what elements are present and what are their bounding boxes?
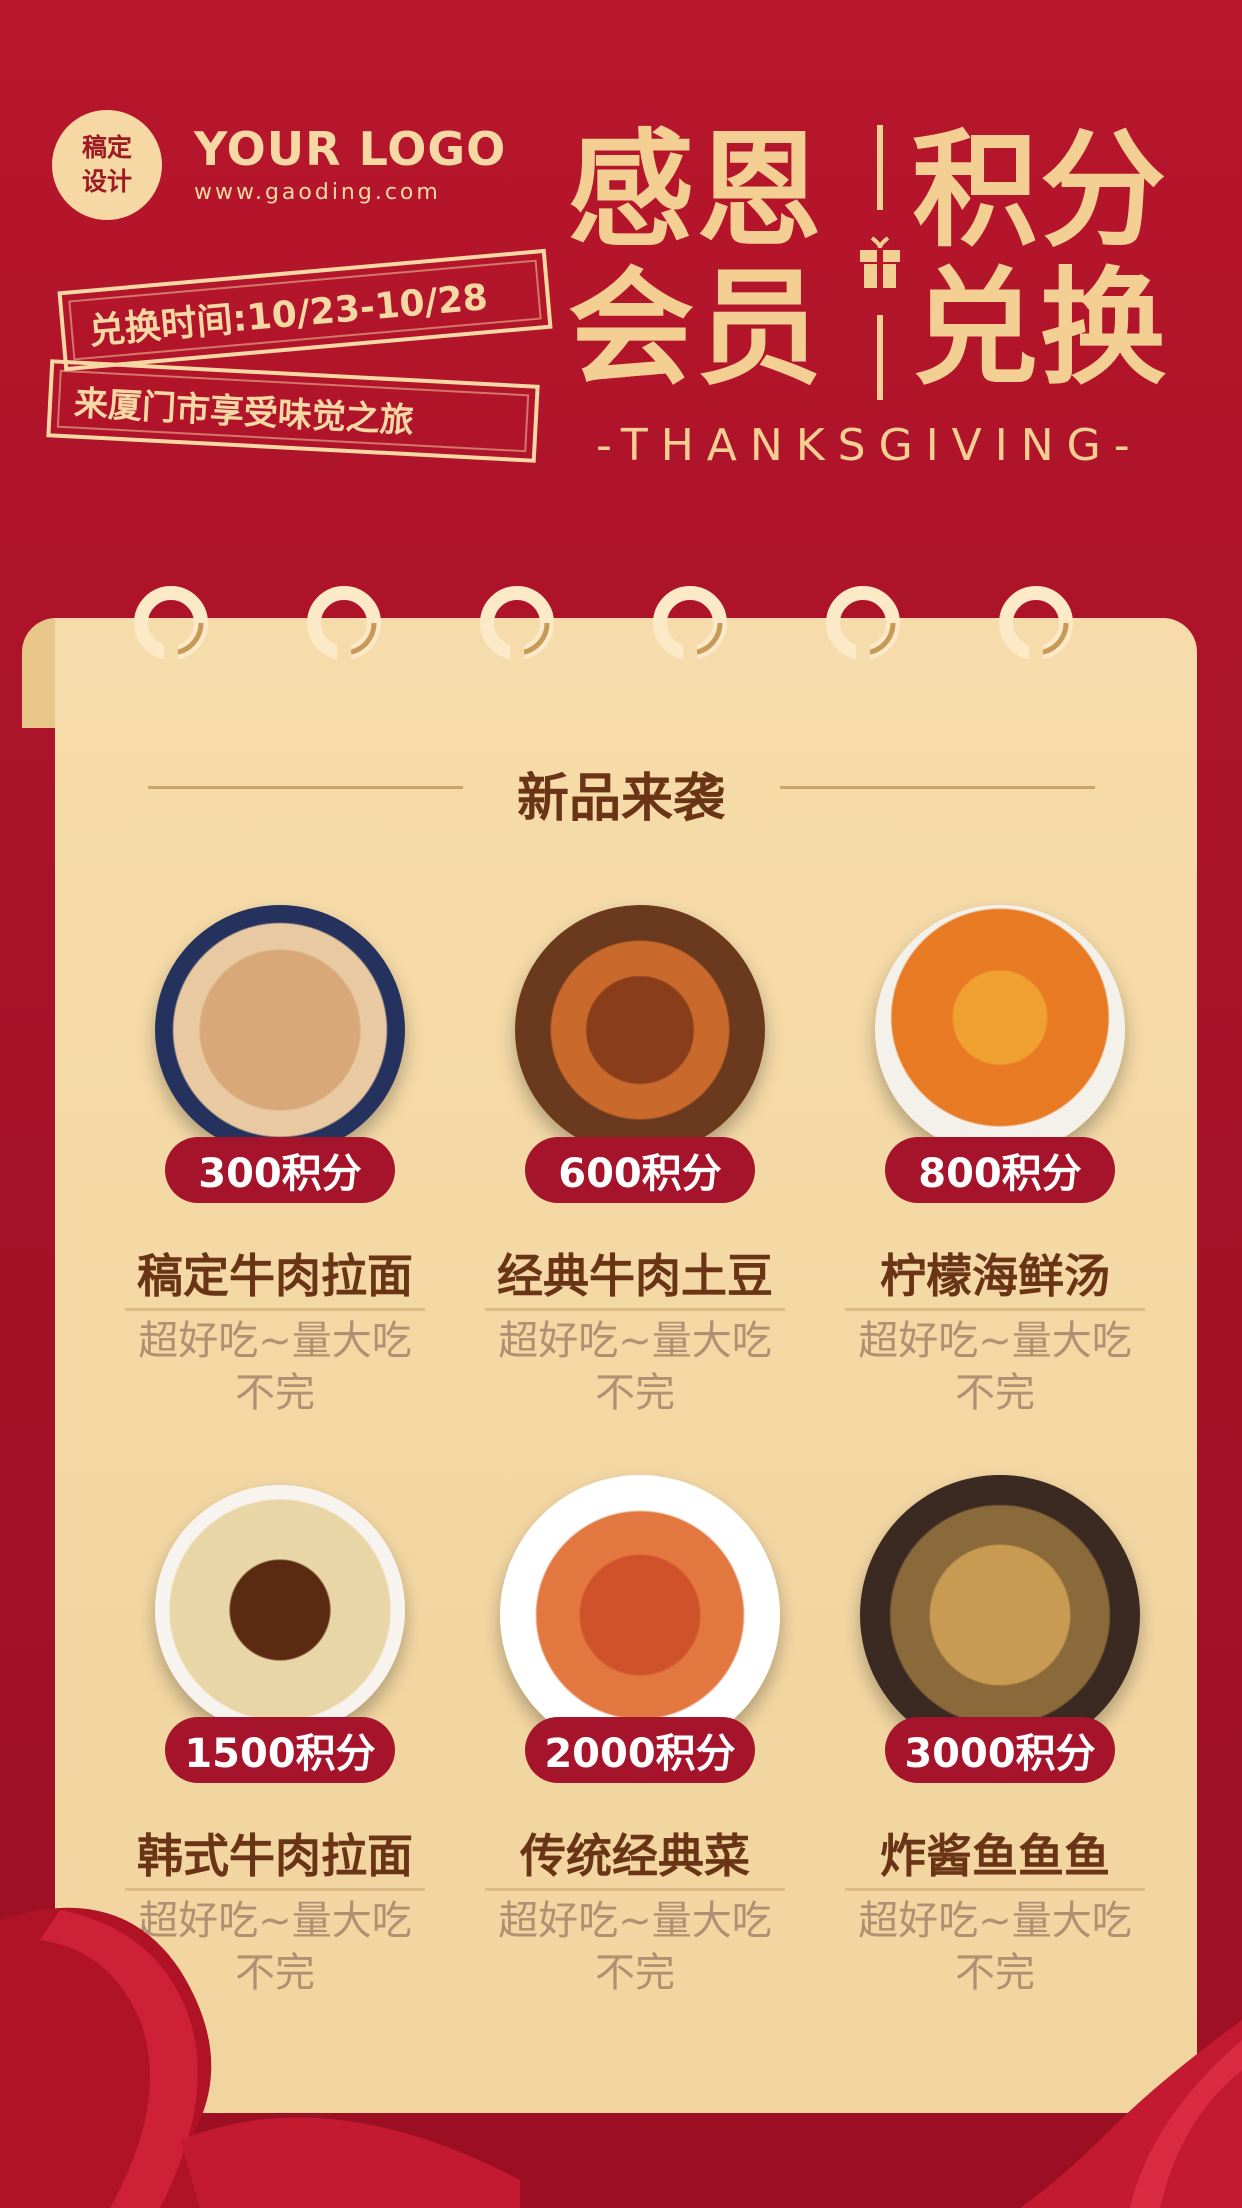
exchange-time-text: 兑换时间:10/23-10/28 [87, 277, 490, 353]
dish-desc: 超好吃~量大吃不完 [858, 1318, 1132, 1416]
points-badge: 3000积分 [885, 1717, 1115, 1783]
binder-ring-icon [653, 586, 727, 668]
exchange-time-tag: 兑换时间:10/23-10/28 [57, 248, 553, 372]
points-badge: 300积分 [165, 1137, 395, 1203]
dish-name: 韩式牛肉拉面 [137, 1829, 413, 1883]
logo-badge: 稿定 设计 [52, 110, 162, 220]
binder-ring-icon [826, 586, 900, 668]
dish-separator [485, 1308, 785, 1311]
points-badge: 800积分 [885, 1137, 1115, 1203]
fried-fish-image [860, 1475, 1140, 1755]
dish-desc: 超好吃~量大吃不完 [138, 1318, 412, 1416]
logo-text: YOUR LOGO www.gaoding.com [194, 122, 506, 205]
dish-name: 稿定牛肉拉面 [137, 1249, 413, 1303]
gift-icon [860, 236, 900, 288]
dish-separator [845, 1308, 1145, 1311]
dish-name: 炸酱鱼鱼鱼 [880, 1829, 1110, 1883]
binder-ring-icon [134, 586, 208, 668]
dish-separator [125, 1308, 425, 1311]
dish-name: 经典牛肉土豆 [497, 1249, 773, 1303]
section-line-right [780, 786, 1095, 789]
korean-beef-noodle-image [155, 1485, 405, 1735]
beef-potato-image [515, 905, 765, 1155]
binder-ring-icon [480, 586, 554, 668]
slogan-text: 来厦门市享受味觉之旅 [73, 383, 415, 441]
dish-separator [485, 1888, 785, 1891]
dish-separator [125, 1888, 425, 1891]
title-right-line1: 积分 [912, 117, 1168, 264]
binder-ring-icon [999, 586, 1073, 668]
classic-dish-image [500, 1475, 780, 1755]
dish-desc: 超好吃~量大吃不完 [138, 1898, 412, 1996]
title-right-line2: 兑换 [912, 255, 1168, 402]
title-left-line1: 感恩 [568, 117, 824, 264]
dish-desc: 超好吃~量大吃不完 [498, 1898, 772, 1996]
points-badge: 1500积分 [165, 1717, 395, 1783]
title-divider-bottom [877, 315, 883, 400]
section-line-left [148, 786, 463, 789]
dish-desc: 超好吃~量大吃不完 [498, 1318, 772, 1416]
dish-desc: 超好吃~量大吃不完 [858, 1898, 1132, 1996]
logo-url: www.gaoding.com [194, 180, 441, 205]
title-divider-top [877, 125, 883, 210]
seafood-soup-image [875, 905, 1125, 1155]
logo-badge-line2: 设计 [81, 167, 132, 196]
logo-badge-line1: 稿定 [81, 133, 132, 162]
title-right: 积分 兑换 [912, 122, 1202, 398]
slogan-tag: 来厦门市享受味觉之旅 [46, 359, 540, 463]
thanksgiving-subtitle: -THANKSGIVING- [596, 420, 1143, 471]
section-title: 新品来袭 [516, 769, 725, 829]
logo-name: YOUR LOGO [194, 122, 507, 176]
points-badge: 2000积分 [525, 1717, 755, 1783]
title-left: 感恩 会员 [568, 122, 858, 398]
dish-name: 柠檬海鲜汤 [880, 1249, 1110, 1303]
beef-noodle-image [155, 905, 405, 1155]
dish-name: 传统经典菜 [520, 1829, 750, 1883]
binder-ring-icon [307, 586, 381, 668]
dish-separator [845, 1888, 1145, 1891]
title-left-line2: 会员 [568, 255, 824, 402]
points-badge: 600积分 [525, 1137, 755, 1203]
